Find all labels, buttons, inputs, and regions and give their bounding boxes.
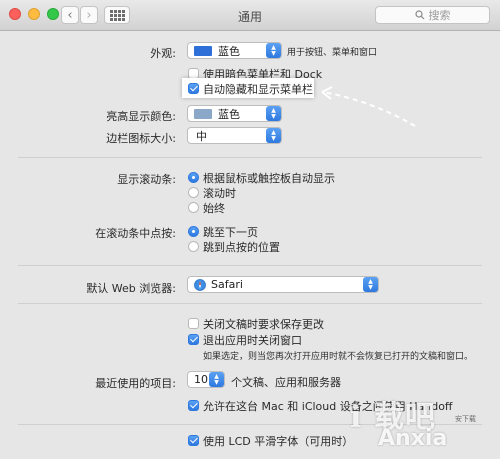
recent-items-label: 最近使用的项目: [95, 377, 176, 390]
popup-arrows-icon: ▲ ▼ [209, 372, 224, 387]
blue-swatch-icon [194, 45, 212, 56]
default-browser-value: Safari [211, 278, 243, 291]
popup-arrows-icon: ▲ ▼ [266, 128, 281, 143]
sidebar-icon-size-value: 中 [196, 129, 207, 143]
search-icon [414, 10, 424, 20]
title-bar: ‹ › 通用 搜索 [0, 0, 500, 31]
close-windows-label: 退出应用时关闭窗口 [203, 334, 302, 347]
scroll-bars-always-label: 始终 [203, 202, 225, 215]
appearance-popup[interactable]: 蓝色 ▲ ▼ [187, 42, 282, 59]
jump-to-spot-label: 跳到点按的位置 [203, 241, 280, 254]
close-windows-note: 如果选定，则当您再次打开应用时就不会恢复已打开的文稿和窗口。 [203, 352, 474, 362]
autohide-menu-checkbox[interactable] [188, 83, 199, 94]
appearance-value: 蓝色 [218, 44, 240, 58]
highlight-swatch-icon [194, 108, 212, 119]
close-windows-checkbox[interactable] [188, 334, 199, 345]
preferences-window: ‹ › 通用 搜索 外观: 蓝色 ▲ ▼ 用于按钮、菜单和窗口 使用暗色菜单栏和… [0, 0, 500, 459]
jump-next-page-label: 跳至下一页 [203, 226, 258, 239]
divider [18, 303, 482, 304]
scroll-bars-always-radio[interactable] [188, 202, 199, 213]
jump-to-spot-radio[interactable] [188, 241, 199, 252]
appearance-note: 用于按钮、菜单和窗口 [287, 48, 378, 58]
highlight-color-value: 蓝色 [218, 107, 240, 121]
scroll-bars-scrolling-radio[interactable] [188, 187, 199, 198]
search-placeholder: 搜索 [428, 9, 451, 22]
default-browser-label: 默认 Web 浏览器: [86, 282, 176, 295]
sidebar-icon-size-label: 边栏图标大小: [106, 132, 176, 145]
scroll-bars-auto-radio[interactable] [188, 172, 199, 183]
click-scroll-label: 在滚动条中点按: [95, 227, 176, 240]
popup-arrows-icon: ▲ ▼ [363, 277, 378, 292]
jump-next-page-radio[interactable] [188, 226, 199, 237]
divider [18, 157, 482, 158]
dashed-arrow-icon [321, 86, 416, 127]
default-browser-popup[interactable]: Safari ▲ ▼ [187, 276, 379, 293]
watermark-text: Anxia [378, 426, 448, 451]
safari-icon [194, 278, 206, 291]
ask-save-label: 关闭文稿时要求保存更改 [203, 318, 324, 331]
recent-items-value: 10 [194, 373, 208, 386]
search-field[interactable]: 搜索 [375, 6, 490, 24]
recent-items-suffix: 个文稿、应用和服务器 [231, 376, 341, 389]
highlight-color-popup[interactable]: 蓝色 ▲ ▼ [187, 105, 282, 122]
popup-arrows-icon: ▲ ▼ [266, 106, 281, 121]
popup-arrows-icon: ▲ ▼ [266, 43, 281, 58]
scroll-bars-scrolling-label: 滚动时 [203, 187, 236, 200]
divider [18, 265, 482, 266]
handoff-checkbox[interactable] [188, 400, 199, 411]
highlight-color-label: 亮高显示颜色: [106, 110, 176, 123]
recent-items-popup[interactable]: 10 ▲ ▼ [187, 371, 225, 388]
autohide-menu-label: 自动隐藏和显示菜单栏 [203, 83, 313, 96]
sidebar-icon-size-popup[interactable]: 中 ▲ ▼ [187, 127, 282, 144]
lcd-smoothing-label: 使用 LCD 平滑字体（可用时） [203, 435, 354, 448]
scroll-bars-label: 显示滚动条: [117, 173, 176, 186]
watermark-small: 安下载 [455, 415, 476, 423]
scroll-bars-auto-label: 根据鼠标或触控板自动显示 [203, 172, 335, 185]
ask-save-checkbox[interactable] [188, 318, 199, 329]
appearance-label: 外观: [150, 47, 176, 60]
lcd-smoothing-checkbox[interactable] [188, 435, 199, 446]
